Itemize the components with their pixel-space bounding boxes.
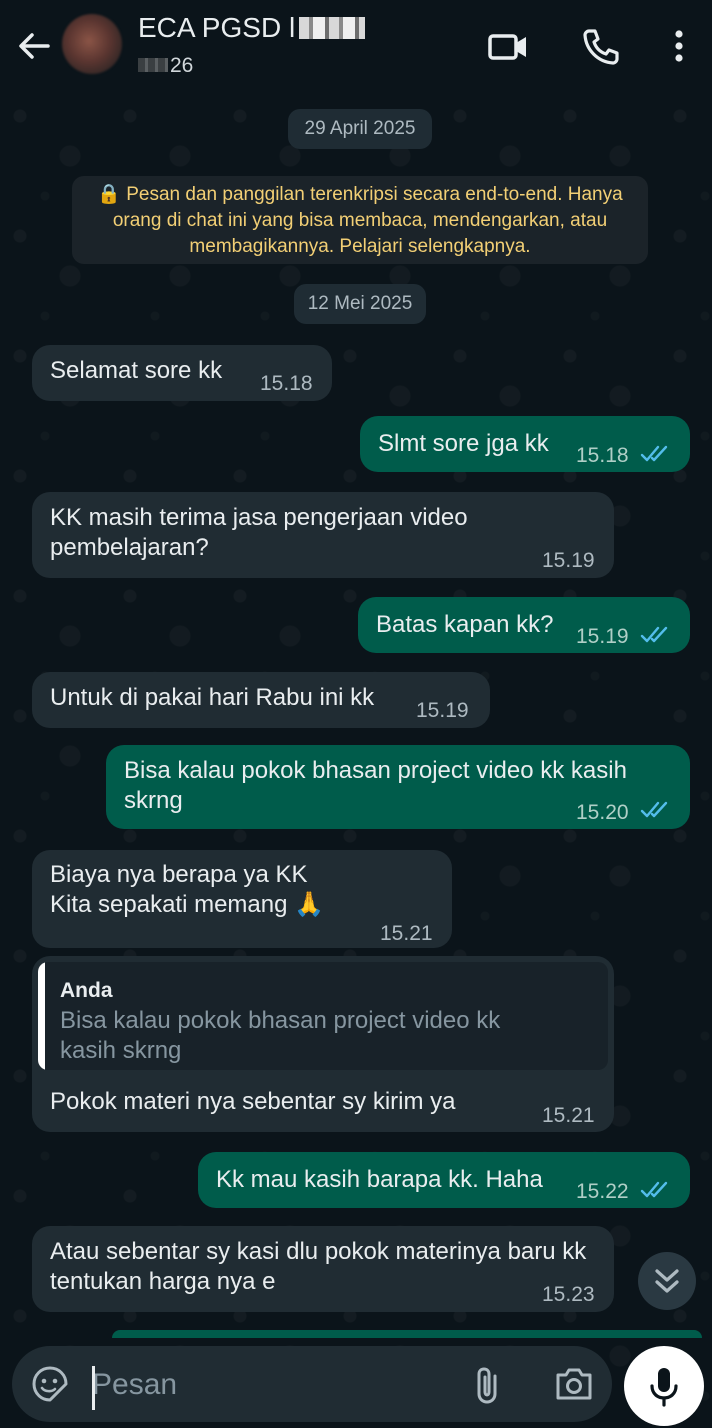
message-time: 15.21 <box>380 922 433 945</box>
message-time: 15.21 <box>542 1104 595 1127</box>
message-text: Biaya nya berapa ya KK Kita sepakati mem… <box>50 861 325 918</box>
message-text: KK masih terima jasa pengerjaan video pe… <box>50 504 468 561</box>
avatar[interactable] <box>62 14 122 74</box>
encryption-notice[interactable]: 🔒 Pesan dan panggilan terenkripsi secara… <box>72 176 648 264</box>
voice-message-button[interactable] <box>624 1346 704 1426</box>
chat-subtitle: 26 <box>138 54 193 78</box>
partial-outgoing-message <box>112 1330 702 1338</box>
incoming-message[interactable]: KK masih terima jasa pengerjaan video pe… <box>32 492 614 578</box>
double-chevron-down-icon <box>655 1269 679 1293</box>
back-arrow-icon <box>19 33 50 59</box>
read-receipt-icon <box>640 801 668 818</box>
chat-header: ECA PGSD l 26 <box>0 0 712 96</box>
paperclip-icon <box>477 1367 497 1404</box>
voice-call-button[interactable] <box>578 24 624 70</box>
incoming-message[interactable]: Biaya nya berapa ya KK Kita sepakati mem… <box>32 850 452 948</box>
more-vert-icon <box>675 30 683 62</box>
incoming-message[interactable]: Atau sebentar sy kasi dlu pokok materiny… <box>32 1226 614 1312</box>
incoming-message[interactable]: Selamat sore kk 15.18 <box>32 345 332 401</box>
incoming-message-with-reply[interactable]: Anda Bisa kalau pokok bhasan project vid… <box>32 956 614 1132</box>
quote-author: Anda <box>60 979 113 1002</box>
message-time: 15.18 <box>576 444 629 467</box>
quote-accent-bar <box>38 962 45 1070</box>
chat-title-text: ECA PGSD l <box>138 12 296 43</box>
message-text: Pokok materi nya sebentar sy kirim ya <box>50 1088 456 1115</box>
date-chip: 12 Mei 2025 <box>294 284 426 324</box>
emoji-button[interactable] <box>30 1364 70 1404</box>
message-time: 15.19 <box>542 549 595 572</box>
message-text: Untuk di pakai hari Rabu ini kk <box>50 684 375 711</box>
read-receipt-icon <box>640 626 668 643</box>
back-button[interactable] <box>12 24 56 68</box>
redacted-title-part <box>299 17 366 39</box>
phone-icon <box>583 29 619 65</box>
microphone-icon <box>650 1368 678 1407</box>
camera-button[interactable] <box>552 1364 596 1404</box>
emoji-sticker-icon <box>32 1366 68 1402</box>
date-chip: 29 April 2025 <box>288 109 432 149</box>
quote-text: Bisa kalau pokok bhasan project video kk… <box>60 1007 501 1064</box>
message-time: 15.22 <box>576 1180 629 1203</box>
message-time: 15.23 <box>542 1283 595 1306</box>
camera-icon <box>556 1368 592 1400</box>
read-receipt-icon <box>640 445 668 462</box>
video-call-icon <box>488 34 526 60</box>
outgoing-message[interactable]: Batas kapan kk? 15.19 <box>358 597 690 653</box>
message-time: 15.19 <box>416 699 469 722</box>
message-time: 15.19 <box>576 625 629 648</box>
video-call-button[interactable] <box>486 24 532 70</box>
encryption-notice-text: 🔒 Pesan dan panggilan terenkripsi secara… <box>97 184 623 257</box>
message-time: 15.18 <box>260 372 313 395</box>
redacted-subtitle-part <box>138 58 168 72</box>
message-composer <box>12 1346 612 1422</box>
more-options-button[interactable] <box>656 24 702 70</box>
message-text: Atau sebentar sy kasi dlu pokok materiny… <box>50 1238 587 1295</box>
quoted-message[interactable]: Anda Bisa kalau pokok bhasan project vid… <box>38 962 608 1070</box>
message-list[interactable]: 29 April 2025 🔒 Pesan dan panggilan tere… <box>0 96 712 1336</box>
outgoing-message[interactable]: Kk mau kasih barapa kk. Haha 15.22 <box>198 1152 690 1208</box>
message-input[interactable] <box>90 1358 434 1412</box>
read-receipt-icon <box>640 1181 668 1198</box>
chat-title[interactable]: ECA PGSD l <box>138 12 366 44</box>
outgoing-message[interactable]: Bisa kalau pokok bhasan project video kk… <box>106 745 690 829</box>
text-cursor <box>92 1366 95 1410</box>
chat-subtitle-text: 26 <box>170 54 194 77</box>
message-time: 15.20 <box>576 801 629 824</box>
incoming-message[interactable]: Untuk di pakai hari Rabu ini kk 15.19 <box>32 672 490 728</box>
outgoing-message[interactable]: Slmt sore jga kk 15.18 <box>360 416 690 472</box>
scroll-to-bottom-button[interactable] <box>638 1252 696 1310</box>
attach-button[interactable] <box>468 1364 508 1408</box>
